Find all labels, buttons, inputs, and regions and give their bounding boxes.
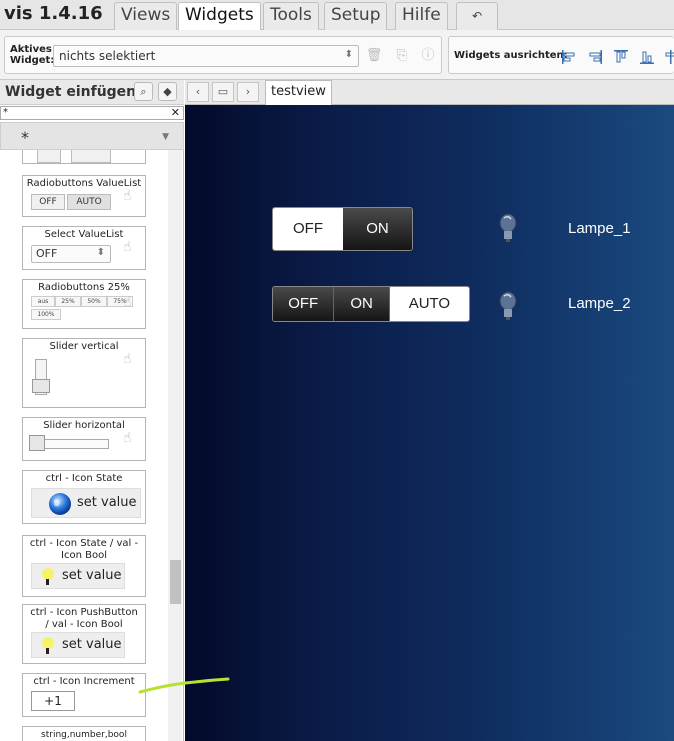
lamp2-auto-button[interactable]: AUTO — [389, 287, 469, 321]
app-title: vis 1.4.16 — [4, 3, 103, 24]
tab-widgets[interactable]: Widgets — [178, 2, 261, 31]
prev-view-button[interactable]: ‹ — [187, 82, 209, 102]
widget-card-icon-state-val[interactable]: ctrl - Icon State / val - Icon Bool set … — [22, 535, 146, 597]
lamp1-off-button[interactable]: OFF — [273, 208, 343, 250]
widget-palette[interactable]: Radiobuttons ValueList OFF AUTO ☝ Select… — [0, 150, 184, 741]
widget-card-icon-state[interactable]: ctrl - Icon State set value — [22, 470, 146, 524]
align-group: Widgets ausrichten: — [448, 36, 674, 74]
lamp2-switch[interactable]: OFF ON AUTO — [272, 286, 470, 322]
align-right-icon[interactable] — [587, 49, 603, 65]
close-icon[interactable]: ✕ — [171, 107, 180, 119]
widget-card-slider-vertical[interactable]: Slider vertical ☝ — [22, 338, 146, 408]
align-center-icon[interactable] — [663, 49, 674, 65]
lamp2-label: Lampe_2 — [568, 295, 631, 312]
view-clipboard-button[interactable]: ▭ — [212, 82, 234, 102]
filter-input[interactable]: * ✕ — [0, 106, 184, 120]
view-tab-testview[interactable]: testview — [265, 80, 332, 105]
tag-button[interactable]: ◆ — [158, 82, 177, 101]
view-tabs-bar: ‹ ▭ › — [185, 80, 674, 105]
widget-card-string-number-bool[interactable]: string,number,bool — [22, 726, 146, 741]
tab-tools[interactable]: Tools — [263, 2, 319, 30]
clipboard-icon: ▭ — [217, 85, 229, 98]
widget-card-slider-horizontal[interactable]: Slider horizontal ☝ — [22, 417, 146, 461]
widget-set-select[interactable]: * ▼ — [0, 122, 184, 150]
lightbulb-on-icon — [42, 568, 54, 585]
tab-setup[interactable]: Setup — [324, 2, 388, 30]
globe-icon — [49, 493, 71, 515]
info-icon[interactable]: ⓘ — [419, 47, 437, 65]
select-preview: OFF ⬍ — [31, 245, 111, 263]
align-top-icon[interactable] — [613, 49, 629, 65]
chevron-right-icon: › — [245, 85, 251, 98]
sidebar-scrollbar[interactable] — [168, 150, 182, 741]
align-left-icon[interactable] — [561, 49, 577, 65]
vertical-slider-handle — [32, 379, 50, 393]
align-bottom-icon[interactable] — [639, 49, 655, 65]
copy-icon[interactable]: ⎘ — [393, 47, 411, 65]
select-arrow-icon: ⬍ — [96, 247, 105, 258]
chevron-left-icon: ‹ — [195, 85, 201, 98]
sidebar-scroll-thumb[interactable] — [170, 560, 181, 604]
lamp2-on-button[interactable]: ON — [334, 287, 390, 321]
lamp2-off-button[interactable]: OFF — [273, 287, 335, 321]
undo-button[interactable]: ↶ — [456, 2, 498, 30]
active-widget-select[interactable]: nichts selektiert ⬍ — [53, 45, 359, 67]
drag-hand-icon: ☝ — [123, 188, 132, 204]
tag-icon: ◆ — [163, 85, 172, 98]
undo-icon: ↶ — [471, 9, 483, 23]
align-label: Widgets ausrichten: — [454, 50, 568, 61]
increment-preview: +1 — [31, 691, 75, 711]
search-icon: ⌕ — [140, 85, 147, 98]
horizontal-slider-handle — [29, 435, 45, 451]
lamp1-bulb-icon — [499, 213, 517, 242]
lamp2-bulb-icon — [499, 291, 517, 320]
widget-insert-header: Widget einfügen ⌕ ◆ — [0, 80, 184, 105]
chevron-down-icon: ▼ — [162, 132, 169, 142]
widget-card-select-valuelist[interactable]: Select ValueList OFF ⬍ ☝ — [22, 226, 146, 270]
next-view-button[interactable]: › — [237, 82, 259, 102]
icon-state-val-preview: set value — [31, 563, 125, 589]
icon-pushbutton-preview: set value — [31, 632, 125, 658]
lamp1-label: Lampe_1 — [568, 220, 631, 237]
drag-hand-icon: ☝ — [123, 430, 132, 446]
icon-state-preview: set value — [31, 488, 141, 518]
widget-card-radiobuttons-valuelist[interactable]: Radiobuttons ValueList OFF AUTO ☝ — [22, 175, 146, 217]
drag-hand-icon: ☝ — [123, 239, 132, 255]
drag-hand-icon: ☝ — [123, 294, 132, 310]
toolbar: Aktives Widget: nichts selektiert ⬍ 🗑 ⎘ … — [0, 30, 674, 80]
widget-card-icon-pushbutton[interactable]: ctrl - Icon PushButton / val - Icon Bool… — [22, 604, 146, 664]
tab-views[interactable]: Views — [114, 2, 178, 30]
lamp1-switch[interactable]: OFF ON — [272, 207, 413, 251]
sidebar-title: Widget einfügen — [5, 84, 137, 100]
widget-card-partial[interactable] — [22, 150, 146, 164]
widget-card-icon-increment[interactable]: ctrl - Icon Increment +1 — [22, 673, 146, 717]
radio-off-preview: OFF — [31, 194, 65, 210]
lamp1-on-button[interactable]: ON — [343, 208, 412, 250]
radio-auto-preview: AUTO — [67, 194, 111, 210]
drag-hand-icon: ☝ — [123, 351, 132, 367]
delete-icon[interactable]: 🗑 — [365, 47, 383, 65]
lightbulb-on-icon — [42, 637, 54, 654]
menu-bar: vis 1.4.16 Views Widgets Tools Setup Hil… — [0, 0, 674, 31]
active-widget-label: Aktives Widget: — [10, 44, 55, 66]
active-widget-group: Aktives Widget: nichts selektiert ⬍ 🗑 ⎘ … — [4, 36, 442, 74]
view-canvas[interactable]: OFF ON Lampe_1 OFF ON AUTO Lampe_2 — [185, 105, 674, 741]
search-button[interactable]: ⌕ — [134, 82, 153, 101]
select-arrow-icon: ⬍ — [344, 49, 353, 60]
tab-hilfe[interactable]: Hilfe — [395, 2, 448, 30]
widget-card-radiobuttons-25[interactable]: Radiobuttons 25% aus 25% 50% 75% 100% ☝ — [22, 279, 146, 329]
